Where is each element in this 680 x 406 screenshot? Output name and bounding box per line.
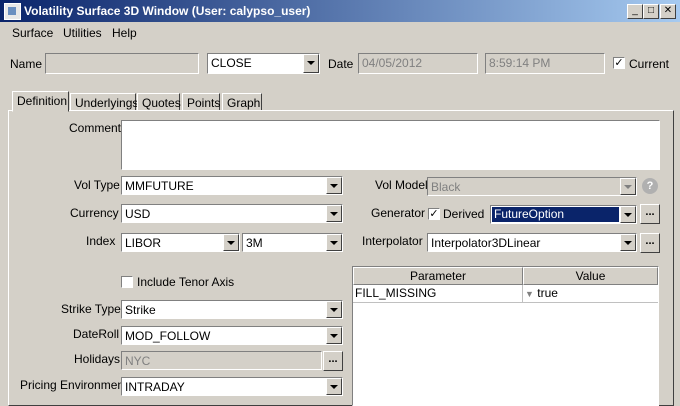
tab-points[interactable]: Points (182, 93, 220, 111)
title-bar[interactable]: Volatility Surface 3D Window (User: caly… (0, 0, 680, 22)
generator-combo[interactable]: FutureOption (490, 205, 637, 224)
strike-type-combo[interactable]: Strike (121, 300, 343, 319)
include-tenor-checkbox[interactable] (121, 276, 133, 288)
checkmark-icon: ✓ (614, 57, 624, 69)
chevron-down-icon[interactable] (326, 177, 342, 194)
chevron-down-icon[interactable] (620, 206, 636, 223)
table-cell-parameter[interactable]: FILL_MISSING (353, 285, 523, 303)
minimize-icon: _ (632, 5, 638, 16)
vol-type-combo[interactable]: MMFUTURE (121, 176, 343, 195)
dateroll-combo[interactable]: MOD_FOLLOW (121, 326, 343, 345)
tab-graph[interactable]: Graph (222, 93, 262, 111)
ellipsis-icon: ... (328, 353, 338, 365)
vol-model-label: Vol Model (375, 178, 428, 192)
close-icon: ✕ (663, 5, 673, 16)
column-header-parameter[interactable]: Parameter (353, 267, 523, 285)
holidays-browse-button[interactable]: ... (323, 351, 343, 371)
close-window-button[interactable]: ✕ (660, 4, 676, 19)
table-cell-value[interactable]: ▼ true (523, 285, 658, 303)
menu-help[interactable]: Help (112, 26, 137, 40)
currency-label: Currency (70, 206, 119, 220)
ellipsis-icon: ... (645, 206, 655, 218)
vol-type-label: Vol Type (74, 178, 120, 192)
index-tenor-combo[interactable]: 3M (242, 233, 343, 252)
minimize-button[interactable]: _ (627, 4, 643, 19)
derived-checkbox[interactable]: ✓ (428, 208, 440, 220)
chevron-down-icon[interactable] (303, 54, 319, 73)
generator-label: Generator (371, 206, 426, 220)
current-checkbox[interactable]: ✓ (613, 57, 625, 69)
maximize-button[interactable]: □ (643, 4, 659, 19)
quote-set-value: CLOSE (211, 56, 252, 70)
include-tenor-label: Include Tenor Axis (137, 275, 235, 289)
generator-value: FutureOption (492, 207, 619, 222)
tab-quotes[interactable]: Quotes (137, 93, 181, 111)
strike-type-label: Strike Type (61, 302, 121, 316)
pricing-env-label: Pricing Environment (20, 378, 128, 392)
interpolator-browse-button[interactable]: ... (640, 233, 660, 253)
parameters-table: Parameter Value FILL_MISSING ▼ true (352, 266, 659, 406)
app-icon (4, 3, 21, 20)
pricing-env-combo[interactable]: INTRADAY (121, 377, 343, 396)
column-header-value[interactable]: Value (523, 267, 658, 285)
window-title: Volatility Surface 3D Window (User: caly… (24, 4, 311, 18)
name-field[interactable] (45, 53, 199, 74)
menu-utilities[interactable]: Utilities (63, 26, 102, 40)
derived-label: Derived (443, 207, 485, 221)
menu-bar: Surface Utilities Help (0, 24, 680, 42)
help-icon[interactable]: ? (642, 178, 658, 194)
checkmark-icon: ✓ (429, 208, 439, 220)
date-label: Date (328, 57, 354, 71)
chevron-down-icon[interactable] (326, 301, 342, 318)
tab-definition[interactable]: Definition (12, 91, 69, 112)
holidays-field[interactable]: NYC (121, 351, 322, 370)
currency-combo[interactable]: USD (121, 204, 343, 223)
tab-underlyings[interactable]: Underlyings (70, 93, 138, 111)
comment-textarea[interactable] (121, 120, 660, 170)
chevron-down-icon[interactable] (620, 234, 636, 251)
generator-browse-button[interactable]: ... (640, 204, 660, 224)
quote-set-combo[interactable]: CLOSE (207, 53, 320, 74)
volatility-surface-window: Volatility Surface 3D Window (User: caly… (0, 0, 680, 406)
menu-surface[interactable]: Surface (12, 26, 53, 40)
ellipsis-icon: ... (645, 235, 655, 247)
comment-label: Comment (69, 121, 122, 135)
date-field[interactable]: 04/05/2012 (358, 53, 478, 74)
current-label: Current (629, 57, 670, 71)
chevron-down-icon[interactable] (326, 234, 342, 251)
name-label: Name (10, 57, 43, 71)
chevron-down-icon[interactable] (326, 378, 342, 395)
maximize-icon: □ (647, 5, 655, 16)
holidays-label: Holidays (74, 352, 121, 366)
interpolator-label: Interpolator (362, 234, 423, 248)
chevron-down-icon[interactable] (620, 178, 636, 195)
dateroll-label: DateRoll (73, 327, 120, 341)
vol-model-combo[interactable]: Black (427, 177, 637, 196)
index-label: Index (86, 234, 116, 248)
chevron-down-icon[interactable] (326, 205, 342, 222)
index-combo[interactable]: LIBOR (121, 233, 240, 252)
dropdown-arrow-icon[interactable]: ▼ (525, 289, 534, 299)
chevron-down-icon[interactable] (223, 234, 239, 251)
interpolator-combo[interactable]: Interpolator3DLinear (427, 233, 637, 252)
time-field[interactable]: 8:59:14 PM (485, 53, 605, 74)
chevron-down-icon[interactable] (326, 327, 342, 344)
